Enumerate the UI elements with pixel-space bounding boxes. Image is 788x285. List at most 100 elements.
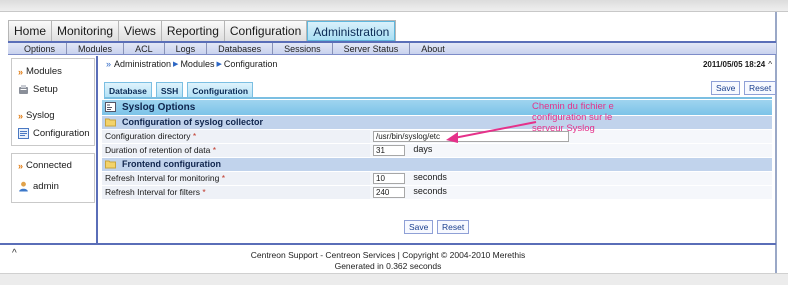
annotation-line: serveur Syslog	[532, 123, 595, 134]
double-chevron-icon: »	[106, 59, 112, 69]
menu-home[interactable]: Home	[9, 21, 53, 41]
retention-duration-input[interactable]: 31	[373, 144, 405, 156]
reset-button-bottom[interactable]: Reset	[437, 220, 470, 234]
annotation-arrow-icon	[446, 121, 537, 143]
field-label-cell: Duration of retention of data *	[102, 143, 370, 158]
submenu-about[interactable]: About	[410, 43, 456, 54]
submenu-options[interactable]: Options	[8, 43, 68, 54]
menu-views[interactable]: Views	[119, 21, 162, 41]
collapse-caret-icon[interactable]: ^	[768, 60, 772, 69]
table-row: Duration of retention of data * 31 days	[102, 143, 772, 158]
required-mark: *	[221, 173, 226, 183]
submenu-sessions[interactable]: Sessions	[273, 43, 333, 54]
field-label-cell: Configuration directory *	[102, 129, 370, 144]
user-icon	[18, 181, 29, 192]
sidebar-item-label: Modules	[26, 66, 62, 77]
syslog-options-table: Syslog Options Configuration of syslog c…	[102, 100, 772, 200]
folder-icon	[105, 117, 116, 127]
menu-configuration[interactable]: Configuration	[224, 21, 308, 41]
sidebar-item-label: Connected	[26, 160, 72, 171]
main-menu: Home Monitoring Views Reporting Configur…	[8, 20, 397, 41]
chevron-right-icon: ▶	[216, 61, 222, 68]
chevron-right-icon: ▶	[173, 61, 179, 68]
configuration-icon	[18, 128, 29, 139]
refresh-monitoring-label: Refresh Interval for monitoring	[105, 173, 220, 183]
refresh-filters-input[interactable]: 240	[373, 186, 405, 198]
breadcrumb-administration[interactable]: Administration	[114, 59, 171, 69]
setup-icon	[18, 84, 29, 95]
tab-database[interactable]: Database	[104, 82, 152, 98]
tab-configuration[interactable]: Configuration	[187, 82, 254, 98]
footer-divider	[0, 243, 776, 245]
submenu-databases[interactable]: Databases	[207, 43, 274, 54]
window-frame-top	[0, 0, 788, 12]
table-title-row: Syslog Options	[102, 100, 772, 116]
retention-duration-label: Duration of retention of data	[105, 145, 211, 155]
reset-button-top[interactable]: Reset	[744, 81, 777, 95]
annotation-line: Chemin du fichier e	[532, 101, 614, 112]
chevron-right-icon: »	[18, 110, 24, 121]
refresh-filters-unit: seconds	[413, 186, 447, 197]
footer-generated-time: Generated in 0.362 seconds	[334, 261, 442, 271]
sidebar-item-label: Syslog	[26, 110, 55, 121]
table-title: Syslog Options	[122, 101, 196, 113]
submenu-modules[interactable]: Modules	[67, 43, 125, 54]
sidebar-modules-box: » Modules Setup » Syslog Configuration	[11, 58, 95, 146]
section-title-frontend: Frontend configuration	[122, 158, 221, 169]
folder-icon	[105, 159, 116, 169]
field-label-cell: Refresh Interval for monitoring *	[102, 171, 370, 186]
sub-menu: Options Modules ACL Logs Databases Sessi…	[8, 41, 776, 55]
section-title-collector: Configuration of syslog collector	[122, 116, 264, 127]
field-value-cell: 10 seconds	[370, 171, 772, 186]
submenu-server-status[interactable]: Server Status	[333, 43, 411, 54]
chevron-right-icon: »	[18, 160, 24, 171]
options-icon	[105, 102, 116, 113]
required-mark: *	[212, 145, 217, 155]
datetime: 2011/05/05 18:24 ^	[703, 60, 772, 69]
menu-monitoring[interactable]: Monitoring	[52, 21, 120, 41]
sidebar-item-connected[interactable]: » Connected	[18, 160, 72, 171]
breadcrumb-configuration[interactable]: Configuration	[224, 59, 278, 69]
chevron-right-icon: »	[18, 66, 24, 77]
sidebar-item-label: admin	[33, 181, 59, 192]
sidebar-item-label: Setup	[33, 84, 58, 95]
submenu-logs[interactable]: Logs	[165, 43, 208, 54]
sidebar: » Modules Setup » Syslog Configuration »…	[8, 56, 98, 244]
retention-unit: days	[413, 144, 433, 155]
sidebar-item-setup[interactable]: Setup	[18, 84, 58, 95]
required-mark: *	[202, 187, 206, 197]
datetime-value: 2011/05/05 18:24	[702, 60, 766, 69]
table-row: Configuration directory * /usr/bin/syslo…	[102, 129, 772, 144]
section-cell: Frontend configuration	[102, 157, 772, 172]
tab-ssh[interactable]: SSH	[155, 82, 184, 98]
footer: Centreon Support - Centreon Services | C…	[0, 250, 776, 272]
sidebar-item-syslog[interactable]: » Syslog	[18, 110, 55, 121]
field-value-cell: 31 days	[370, 143, 772, 158]
sidebar-item-configuration[interactable]: Configuration	[18, 128, 90, 139]
field-label-cell: Refresh Interval for filters *	[102, 185, 370, 200]
sidebar-item-admin[interactable]: admin	[18, 181, 59, 192]
sidebar-item-modules[interactable]: » Modules	[18, 66, 62, 77]
save-button-top[interactable]: Save	[711, 81, 741, 95]
breadcrumb-modules[interactable]: Modules	[180, 59, 214, 69]
refresh-filters-label: Refresh Interval for filters	[105, 187, 200, 197]
section-row: Frontend configuration	[102, 157, 772, 172]
section-row: Configuration of syslog collector	[102, 115, 772, 130]
tab-bar: Database SSH Configuration	[104, 82, 254, 98]
table-row: Refresh Interval for monitoring * 10 sec…	[102, 171, 772, 186]
section-cell: Configuration of syslog collector	[102, 115, 772, 130]
menu-administration[interactable]: Administration	[307, 21, 396, 41]
config-directory-label: Configuration directory	[105, 131, 191, 141]
sidebar-item-label: Configuration	[33, 128, 90, 139]
save-button-bottom[interactable]: Save	[404, 220, 434, 234]
menu-reporting[interactable]: Reporting	[161, 21, 225, 41]
breadcrumb: » Administration ▶ Modules ▶ Configurati…	[106, 59, 277, 69]
footer-copyright: Centreon Support - Centreon Services | C…	[250, 250, 526, 260]
window-frame-bottom	[0, 273, 788, 285]
refresh-monitoring-unit: seconds	[413, 172, 447, 183]
refresh-monitoring-input[interactable]: 10	[373, 172, 405, 184]
table-row: Refresh Interval for filters * 240 secon…	[102, 185, 772, 200]
submenu-acl[interactable]: ACL	[124, 43, 165, 54]
sidebar-connected-box: » Connected admin	[11, 153, 95, 203]
tab-underline	[104, 97, 772, 99]
